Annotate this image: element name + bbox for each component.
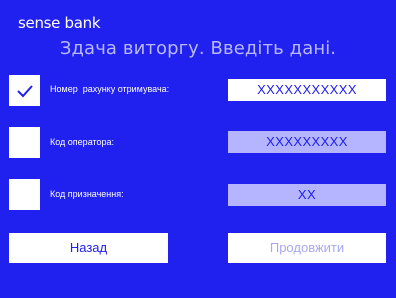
back-button[interactable]: Назад bbox=[9, 233, 168, 263]
recipient-account-label: Номер рахунку отримувача: bbox=[50, 84, 170, 94]
operator-code-label: Код оператора: bbox=[50, 137, 115, 147]
bank-logo: sense bank bbox=[18, 14, 101, 32]
operator-code-checkbox[interactable] bbox=[9, 127, 40, 158]
purpose-code-label: Код призначення: bbox=[50, 189, 124, 199]
recipient-account-checkbox[interactable] bbox=[9, 75, 40, 106]
operator-code-field[interactable]: XXXXXXXXX bbox=[228, 131, 386, 153]
recipient-account-field[interactable]: XXXXXXXXXXX bbox=[228, 79, 386, 101]
purpose-code-field[interactable]: XX bbox=[228, 184, 386, 206]
purpose-code-checkbox[interactable] bbox=[9, 179, 40, 210]
deposit-screen: sense bank Здача виторгу. Введіть дані. … bbox=[0, 0, 396, 298]
continue-button[interactable]: Продовжити bbox=[228, 233, 386, 263]
check-icon bbox=[17, 85, 33, 98]
page-title: Здача виторгу. Введіть дані. bbox=[59, 38, 337, 59]
